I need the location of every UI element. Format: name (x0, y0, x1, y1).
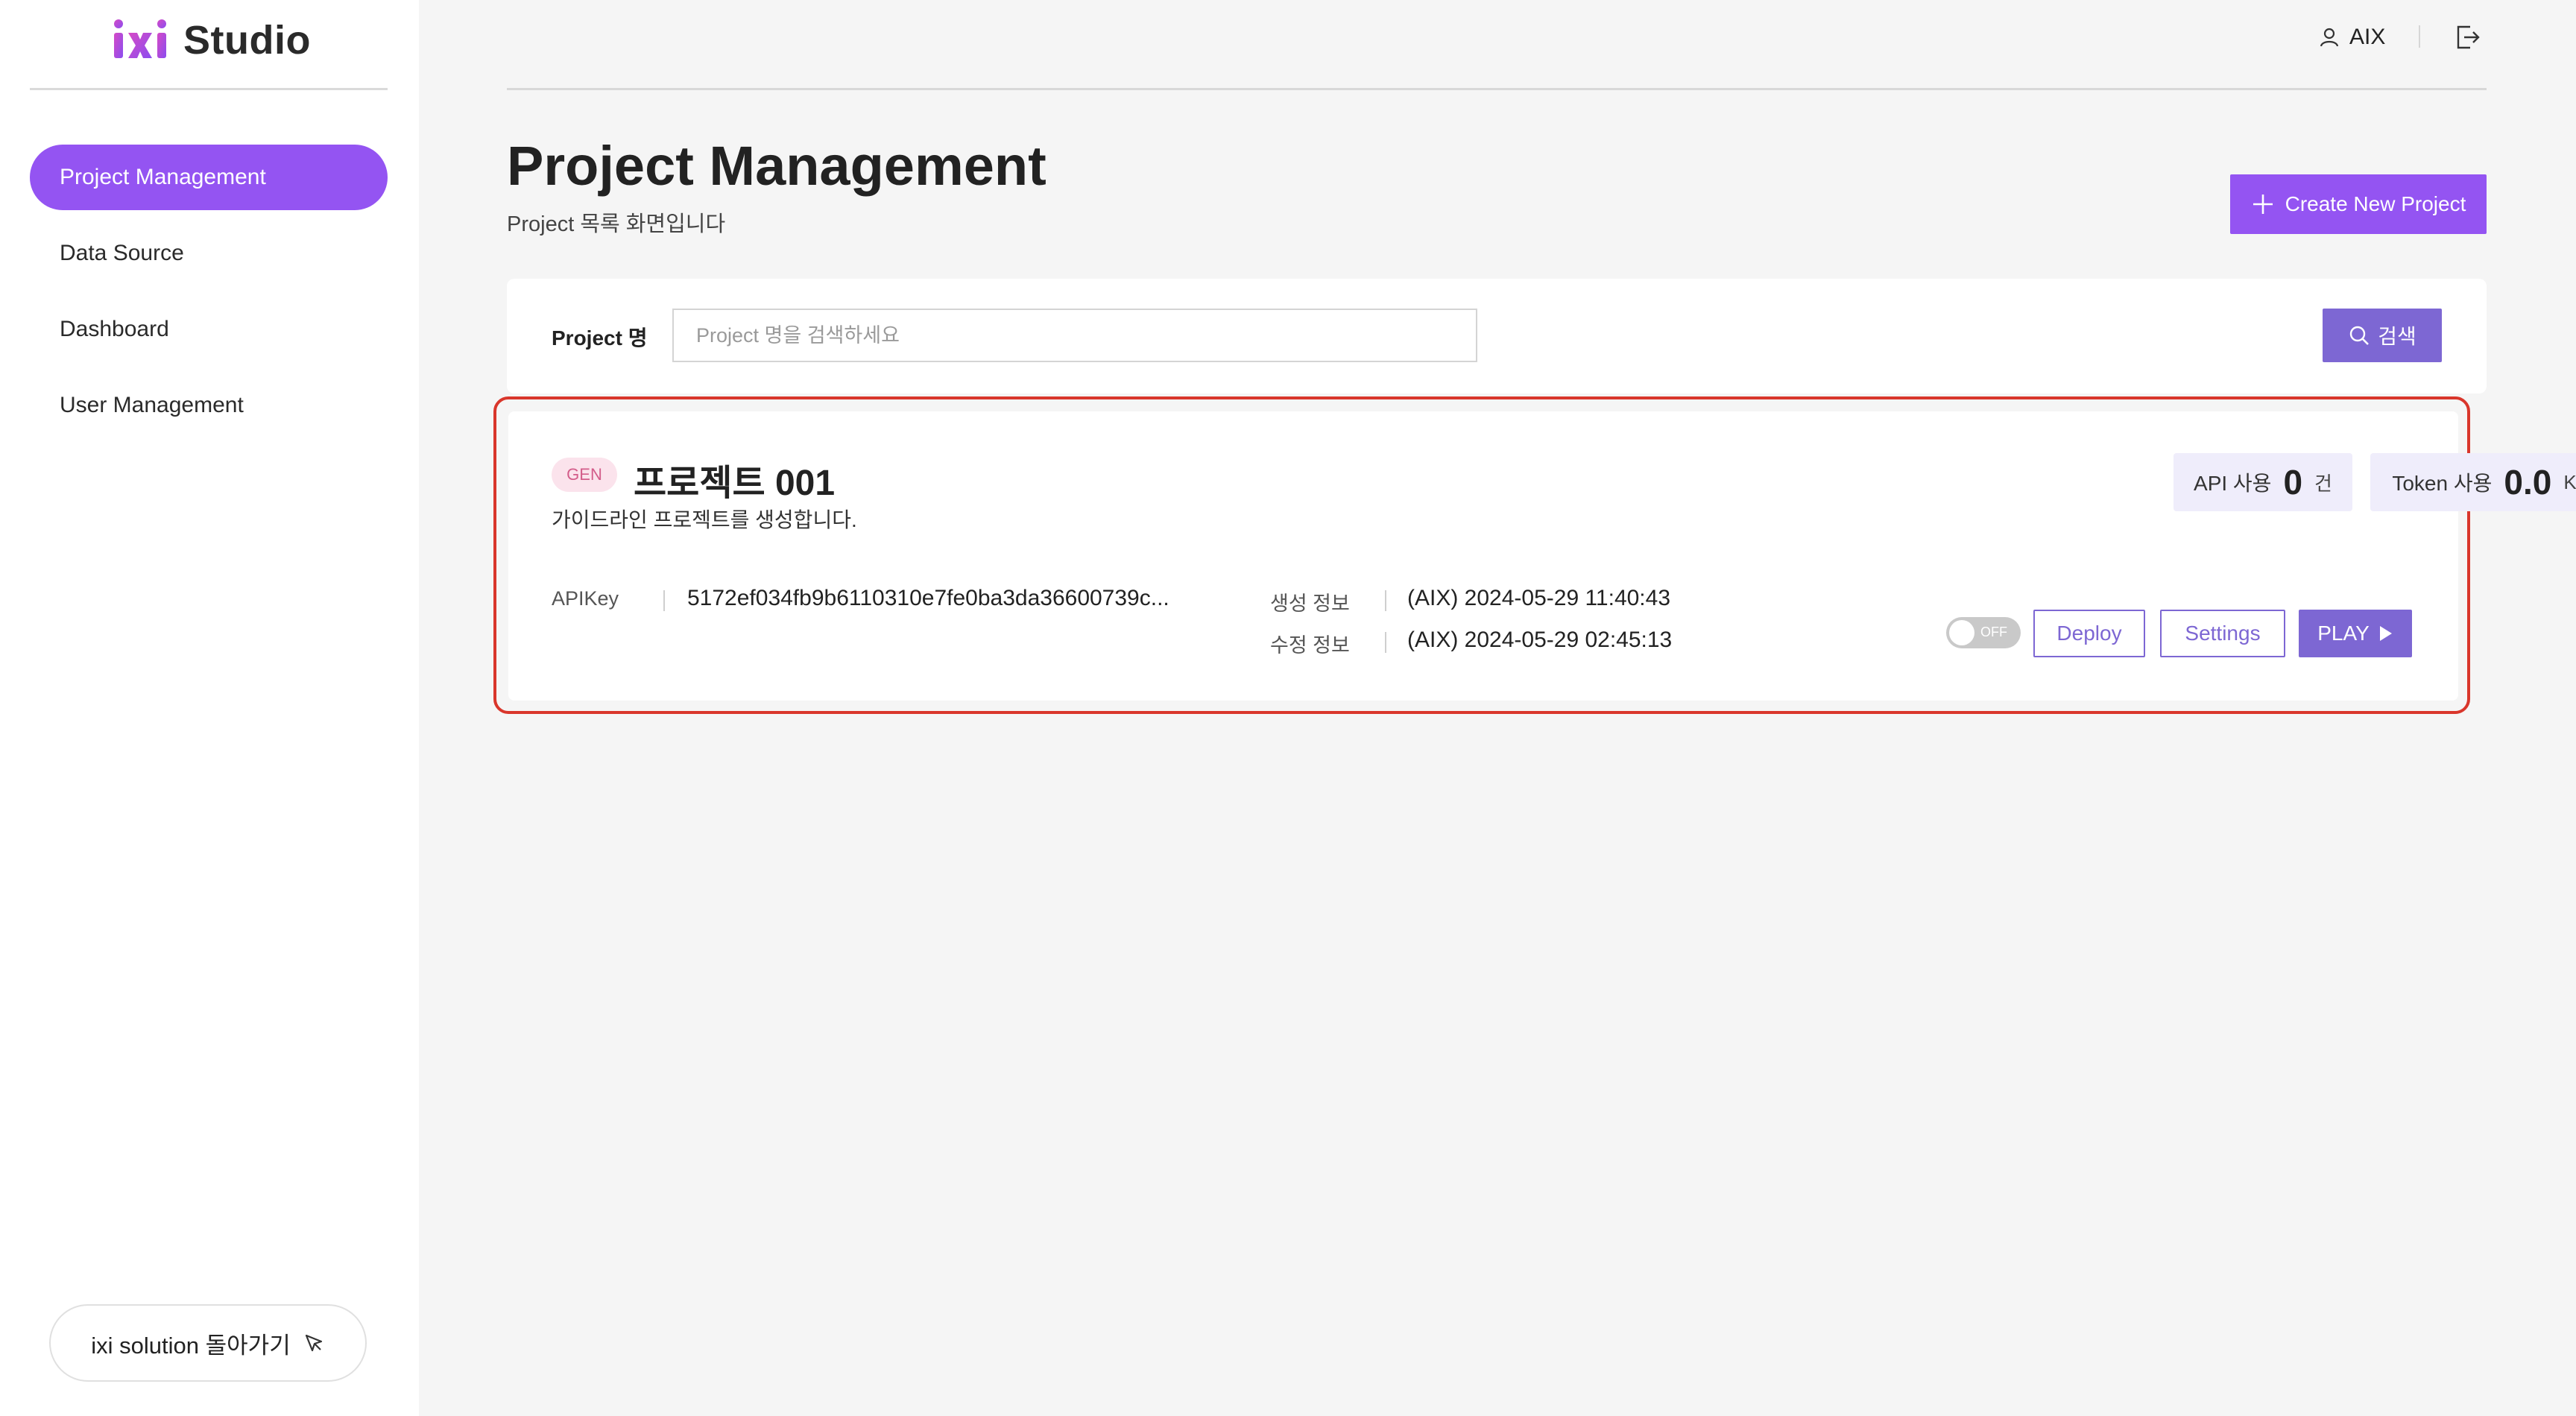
api-usage-label: API 사용 (2194, 472, 2272, 495)
sidebar-item-user-management[interactable]: User Management (30, 373, 388, 438)
project-description: 가이드라인 프로젝트를 생성합니다. (552, 508, 857, 531)
token-usage-unit: K (2563, 470, 2576, 493)
create-new-project-button[interactable]: Create New Project (2230, 174, 2487, 234)
cursor-arrow-icon (305, 1334, 322, 1352)
sidebar-item-dashboard[interactable]: Dashboard (30, 297, 388, 362)
created-value: (AIX) 2024-05-29 11:40:43 (1407, 586, 1671, 610)
logout-icon[interactable] (2452, 22, 2482, 52)
play-icon (2379, 626, 2392, 641)
header-divider (507, 88, 2487, 90)
project-name: 프로젝트 001 (634, 464, 836, 503)
toggle-knob (1949, 620, 1974, 645)
play-button[interactable]: PLAY (2299, 610, 2412, 657)
deploy-button-label: Deploy (2056, 622, 2122, 645)
modified-label: 수정 정보 (1270, 634, 1350, 657)
back-to-solution-label: ixi solution 돌아가기 (91, 1332, 291, 1359)
search-icon (2350, 326, 2370, 345)
sidebar-item-label: User Management (60, 393, 244, 417)
project-card[interactable]: GEN 프로젝트 001 가이드라인 프로젝트를 생성합니다. API 사용 0… (508, 411, 2576, 701)
sidebar-item-label: Dashboard (60, 317, 169, 341)
api-usage-unit: 건 (2314, 472, 2332, 495)
sidebar: Studio Project Management Data Source Da… (0, 0, 419, 1416)
project-search-input[interactable] (672, 309, 1477, 362)
create-new-project-label: Create New Project (2285, 192, 2466, 215)
search-label: Project 명 (552, 326, 648, 350)
back-to-solution-button[interactable]: ixi solution 돌아가기 (49, 1304, 367, 1382)
sidebar-nav: Project Management Data Source Dashboard… (30, 145, 388, 449)
api-usage-value: 0 (2283, 463, 2303, 502)
search-button-label: 검색 (2378, 325, 2416, 348)
settings-button[interactable]: Settings (2160, 610, 2285, 657)
created-label: 생성 정보 (1270, 592, 1350, 615)
brand-name: Studio (183, 18, 311, 63)
deploy-button[interactable]: Deploy (2033, 610, 2145, 657)
token-usage-value: 0.0 (2504, 463, 2552, 502)
brand-logo[interactable]: Studio (112, 10, 311, 70)
page-subtitle: Project 목록 화면입니다 (507, 212, 726, 236)
meta-separator (1385, 590, 1386, 611)
api-usage-stat: API 사용 0 건 (2174, 453, 2352, 511)
modified-value: (AIX) 2024-05-29 02:45:13 (1407, 628, 1673, 652)
token-usage-label: Token 사용 (2392, 472, 2493, 495)
meta-separator (1385, 632, 1386, 653)
page-title: Project Management (507, 135, 1046, 197)
toggle-state-label: OFF (1980, 625, 2007, 639)
sidebar-divider (30, 88, 388, 90)
token-usage-stat: Token 사용 0.0 K (2370, 453, 2576, 511)
user-icon (2320, 28, 2339, 47)
sidebar-item-label: Data Source (60, 241, 184, 265)
user-menu[interactable]: AIX (2318, 21, 2385, 54)
play-button-label: PLAY (2317, 622, 2370, 645)
sidebar-item-label: Project Management (60, 165, 266, 189)
apikey-value[interactable]: 5172ef034fb9b6110310e7fe0ba3da36600739c.… (687, 586, 1169, 611)
ixi-logo-icon (114, 19, 166, 58)
settings-button-label: Settings (2185, 622, 2261, 645)
apikey-label: APIKey (552, 587, 619, 610)
user-name: AIX (2349, 25, 2386, 49)
plus-icon (2253, 195, 2273, 214)
topbar-separator (2419, 25, 2420, 48)
sidebar-item-data-source[interactable]: Data Source (30, 221, 388, 286)
project-type-badge: GEN (552, 458, 617, 492)
sidebar-item-project-management[interactable]: Project Management (30, 145, 388, 210)
deploy-toggle[interactable]: OFF (1946, 617, 2021, 648)
meta-separator (663, 590, 665, 611)
search-button[interactable]: 검색 (2323, 309, 2442, 362)
search-panel: Project 명 검색 (507, 279, 2487, 393)
app-root: Studio Project Management Data Source Da… (0, 0, 2576, 1416)
